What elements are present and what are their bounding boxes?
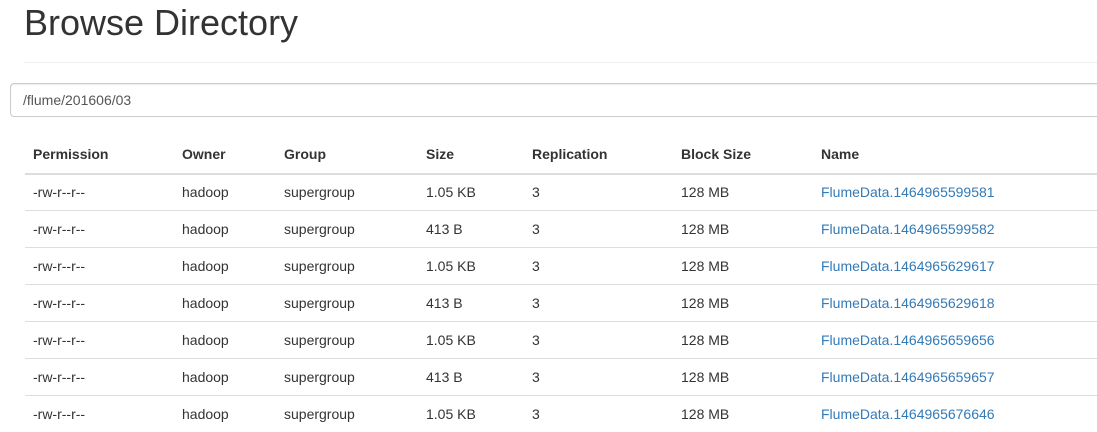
- group-cell: supergroup: [276, 283, 418, 321]
- size-cell: 413 B: [418, 283, 524, 321]
- name-cell: FlumeData.1464965659657: [813, 357, 1097, 395]
- permission-cell: -rw-r--r--: [25, 320, 174, 358]
- block-size-cell: 128 MB: [673, 246, 813, 284]
- directory-listing-table: Permission Owner Group Size Replication …: [25, 135, 1097, 432]
- column-header-replication[interactable]: Replication: [524, 135, 673, 175]
- column-header-owner[interactable]: Owner: [174, 135, 276, 175]
- replication-cell: 3: [524, 394, 673, 432]
- size-cell: 1.05 KB: [418, 320, 524, 358]
- name-cell: FlumeData.1464965599581: [813, 174, 1097, 210]
- replication-cell: 3: [532, 184, 540, 201]
- block-size-cell: 128 MB: [673, 357, 813, 395]
- file-link[interactable]: FlumeData.1464965629618: [821, 295, 995, 311]
- replication-cell: 3: [524, 283, 673, 321]
- owner-cell: hadoop: [174, 357, 276, 395]
- table-body: -rw-r--r-- hadoop supergroup 1.05 KB 3 1…: [25, 174, 1097, 432]
- owner-cell: hadoop: [174, 320, 276, 358]
- header-row: Permission Owner Group Size Replication …: [25, 135, 1097, 175]
- block-size-cell: 128 MB: [681, 184, 730, 201]
- file-link[interactable]: FlumeData.1464965629617: [821, 258, 995, 274]
- file-link[interactable]: FlumeData.1464965676646: [821, 406, 995, 422]
- size-cell: 1.05 KB: [418, 246, 524, 284]
- group-cell: supergroup: [284, 184, 355, 201]
- name-cell: FlumeData.1464965629618: [813, 283, 1097, 321]
- permission-cell: -rw-r--r--: [25, 209, 174, 247]
- name-cell: FlumeData.1464965629617: [813, 246, 1097, 284]
- replication-cell: 3: [524, 320, 673, 358]
- browse-directory-page: Browse Directory Permission Owner Group …: [0, 0, 1097, 432]
- table-row: -rw-r--r-- hadoop supergroup 413 B 3 128…: [25, 357, 1097, 395]
- owner-cell: hadoop: [174, 394, 276, 432]
- block-size-cell: 128 MB: [673, 209, 813, 247]
- block-size-cell: 128 MB: [673, 320, 813, 358]
- column-header-permission[interactable]: Permission: [25, 135, 174, 175]
- column-header-size[interactable]: Size: [418, 135, 524, 175]
- block-size-cell: 128 MB: [673, 283, 813, 321]
- column-header-block-size[interactable]: Block Size: [673, 135, 813, 175]
- table-row: -rw-r--r-- hadoop supergroup 1.05 KB 3 1…: [25, 246, 1097, 284]
- table-header: Permission Owner Group Size Replication …: [25, 135, 1097, 175]
- group-cell: supergroup: [276, 357, 418, 395]
- table-row: -rw-r--r-- hadoop supergroup 413 B 3 128…: [25, 283, 1097, 321]
- name-cell: FlumeData.1464965599582: [813, 209, 1097, 247]
- owner-cell: hadoop: [174, 246, 276, 284]
- block-size-cell: 128 MB: [673, 394, 813, 432]
- size-cell: 413 B: [418, 357, 524, 395]
- size-cell: 413 B: [418, 209, 524, 247]
- replication-cell: 3: [524, 357, 673, 395]
- file-link[interactable]: FlumeData.1464965599582: [821, 221, 995, 237]
- file-link[interactable]: FlumeData.1464965659656: [821, 332, 995, 348]
- table-row: -rw-r--r-- hadoop supergroup 1.05 KB 3 1…: [25, 174, 1097, 210]
- permission-cell: -rw-r--r--: [25, 394, 174, 432]
- file-link[interactable]: FlumeData.1464965599581: [821, 184, 995, 200]
- replication-cell: 3: [524, 209, 673, 247]
- owner-cell: hadoop: [174, 283, 276, 321]
- column-header-group[interactable]: Group: [276, 135, 418, 175]
- group-cell: supergroup: [276, 394, 418, 432]
- permission-cell: -rw-r--r--: [25, 246, 174, 284]
- table-row: -rw-r--r-- hadoop supergroup 1.05 KB 3 1…: [25, 320, 1097, 358]
- permission-cell: -rw-r--r--: [25, 357, 174, 395]
- directory-path-input[interactable]: [10, 83, 1097, 117]
- table-row: -rw-r--r-- hadoop supergroup 1.05 KB 3 1…: [25, 394, 1097, 432]
- file-link[interactable]: FlumeData.1464965659657: [821, 369, 995, 385]
- owner-cell: hadoop: [174, 209, 276, 247]
- owner-cell: hadoop: [182, 184, 229, 201]
- permission-cell: -rw-r--r--: [33, 184, 86, 201]
- group-cell: supergroup: [276, 209, 418, 247]
- group-cell: supergroup: [276, 246, 418, 284]
- page-header: Browse Directory: [24, 0, 1097, 63]
- group-cell: supergroup: [276, 320, 418, 358]
- name-cell: FlumeData.1464965659656: [813, 320, 1097, 358]
- permission-cell: -rw-r--r--: [25, 283, 174, 321]
- size-cell: 1.05 KB: [426, 184, 476, 201]
- replication-cell: 3: [524, 246, 673, 284]
- name-cell: FlumeData.1464965676646: [813, 394, 1097, 432]
- table-row: -rw-r--r-- hadoop supergroup 413 B 3 128…: [25, 209, 1097, 247]
- column-header-name[interactable]: Name: [813, 135, 1097, 175]
- size-cell: 1.05 KB: [418, 394, 524, 432]
- page-title: Browse Directory: [24, 2, 299, 43]
